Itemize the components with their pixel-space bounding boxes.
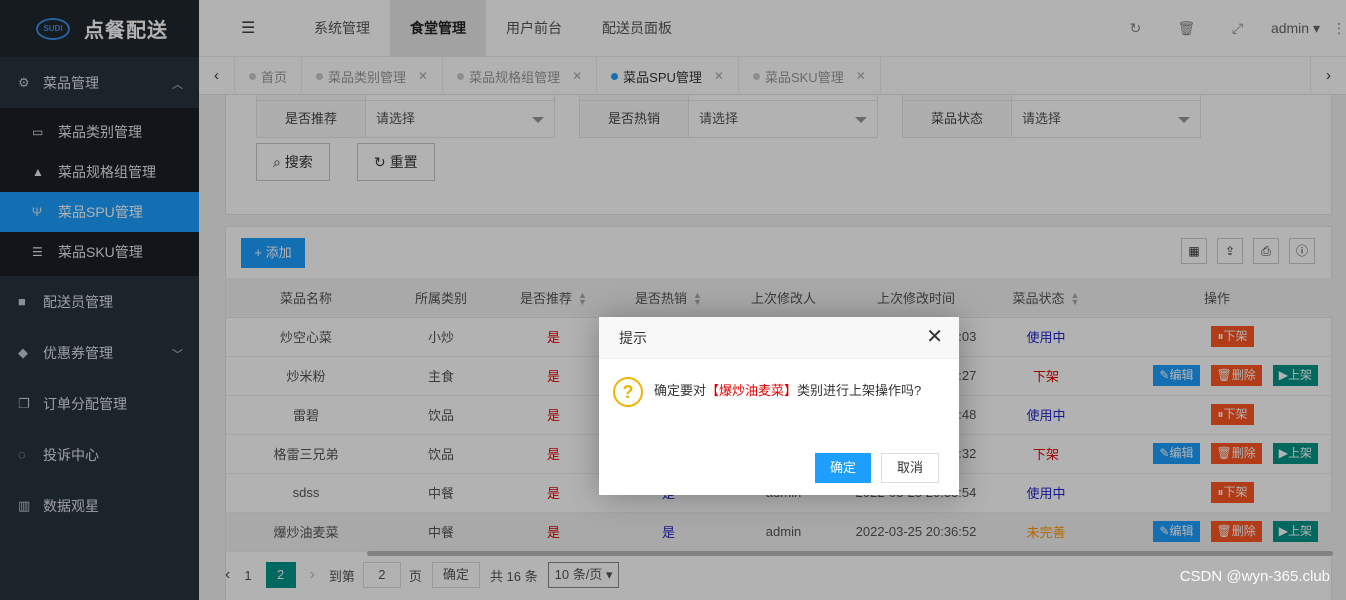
confirm-button[interactable]: 确定 <box>814 453 871 483</box>
app-root: SUDI 点餐配送 ⚙ 菜品管理 ︿ ▭ 菜品类别管理 ▲ 菜品规格组管理 Ψ … <box>0 0 1346 600</box>
msg-item: 【爆炒油麦菜】 <box>706 383 798 398</box>
msg-suffix: 类别进行上架操作吗? <box>797 383 922 398</box>
dialog-buttons: 确定 取消 <box>805 453 939 483</box>
dialog-message: 确定要对【爆炒油麦菜】类别进行上架操作吗? <box>654 380 939 402</box>
confirm-dialog: 提示 ✕ ? 确定要对【爆炒油麦菜】类别进行上架操作吗? 确定 取消 <box>599 317 959 495</box>
watermark: CSDN @wyn-365.club <box>1179 568 1330 585</box>
cancel-button[interactable]: 取消 <box>880 453 939 483</box>
question-icon: ? <box>613 377 643 407</box>
dialog-title: 提示 <box>599 317 959 359</box>
close-icon[interactable]: ✕ <box>926 327 943 347</box>
msg-prefix: 确定要对 <box>654 383 707 398</box>
modal-overlay[interactable] <box>0 0 1346 600</box>
